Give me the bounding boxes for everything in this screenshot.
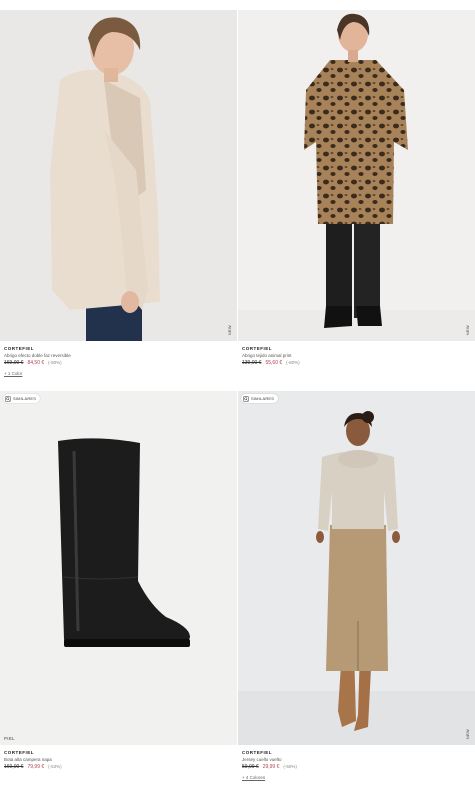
product-photo-black-boot (0, 391, 237, 745)
original-price: 59,99 € (242, 764, 259, 770)
similar-search-icon (243, 395, 249, 402)
similar-label: SIMILARES (251, 396, 275, 401)
original-price: 169,00 € (4, 764, 24, 770)
sale-price: 79,99 € (27, 764, 45, 770)
original-price: 139,00 € (242, 360, 262, 366)
product-name[interactable]: Abrigo tejido animal print (242, 353, 475, 360)
similar-products-button[interactable]: SIMILARES (3, 394, 41, 403)
product-info: CORTEFIEL Abrigo tejido animal print 139… (238, 341, 475, 368)
product-brand: CORTEFIEL (242, 750, 272, 755)
product-card[interactable]: NEW CORTEFIEL Abrigo efecto doble faz re… (0, 10, 237, 376)
product-image[interactable]: NEW (0, 10, 237, 341)
product-brand: CORTEFIEL (242, 346, 272, 351)
product-photo-turtleneck-sweater (238, 391, 475, 745)
discount-label: (-50%) (48, 360, 62, 365)
new-badge: NEW (227, 324, 232, 335)
discount-label: (-60%) (286, 360, 300, 365)
product-card[interactable]: SIMILARES PIEL CORTEFIEL Bota alta campe… (0, 391, 237, 772)
more-colors-link[interactable]: + 1 Color (4, 371, 237, 376)
product-name[interactable]: Jersey cuello vuelto (242, 757, 475, 764)
product-brand: CORTEFIEL (4, 750, 34, 755)
sale-price: 29,99 € (262, 764, 280, 770)
sale-price: 84,50 € (27, 360, 45, 366)
product-prices: 59,99 € 29,99 € (-50%) (242, 764, 475, 772)
product-card[interactable]: NEW CORTEFIEL Abrigo tejido animal print… (238, 10, 475, 368)
product-photo-leopard-coat (238, 10, 475, 341)
similar-search-icon (5, 395, 11, 402)
new-badge: NEW (465, 324, 470, 335)
similar-products-button[interactable]: SIMILARES (241, 394, 279, 403)
product-card[interactable]: SIMILARES NEW CORTEFIEL Jersey cuello vu… (238, 391, 475, 780)
product-info: CORTEFIEL Abrigo efecto doble faz revers… (0, 341, 237, 376)
product-image[interactable]: SIMILARES PIEL (0, 391, 237, 745)
product-image[interactable]: SIMILARES NEW (238, 391, 475, 745)
product-info: CORTEFIEL Jersey cuello vuelto 59,99 € 2… (238, 745, 475, 780)
product-image[interactable]: NEW (238, 10, 475, 341)
discount-label: (-53%) (48, 764, 62, 769)
product-prices: 169,00 € 84,50 € (-50%) (4, 360, 237, 368)
similar-label: SIMILARES (13, 396, 37, 401)
product-info: CORTEFIEL Bota alta campera napa 169,00 … (0, 745, 237, 772)
product-prices: 169,00 € 79,99 € (-53%) (4, 764, 237, 772)
original-price: 169,00 € (4, 360, 24, 366)
product-photo-cream-coat (0, 10, 237, 341)
product-name[interactable]: Bota alta campera napa (4, 757, 237, 764)
material-badge: PIEL (4, 736, 15, 741)
product-name[interactable]: Abrigo efecto doble faz reversible (4, 353, 237, 360)
product-grid: NEW CORTEFIEL Abrigo efecto doble faz re… (0, 0, 475, 798)
discount-label: (-50%) (283, 764, 297, 769)
product-prices: 139,00 € 55,60 € (-60%) (242, 360, 475, 368)
more-colors-link[interactable]: + 4 Colores (242, 775, 475, 780)
sale-price: 55,60 € (265, 360, 283, 366)
product-brand: CORTEFIEL (4, 346, 34, 351)
new-badge: NEW (465, 728, 470, 739)
